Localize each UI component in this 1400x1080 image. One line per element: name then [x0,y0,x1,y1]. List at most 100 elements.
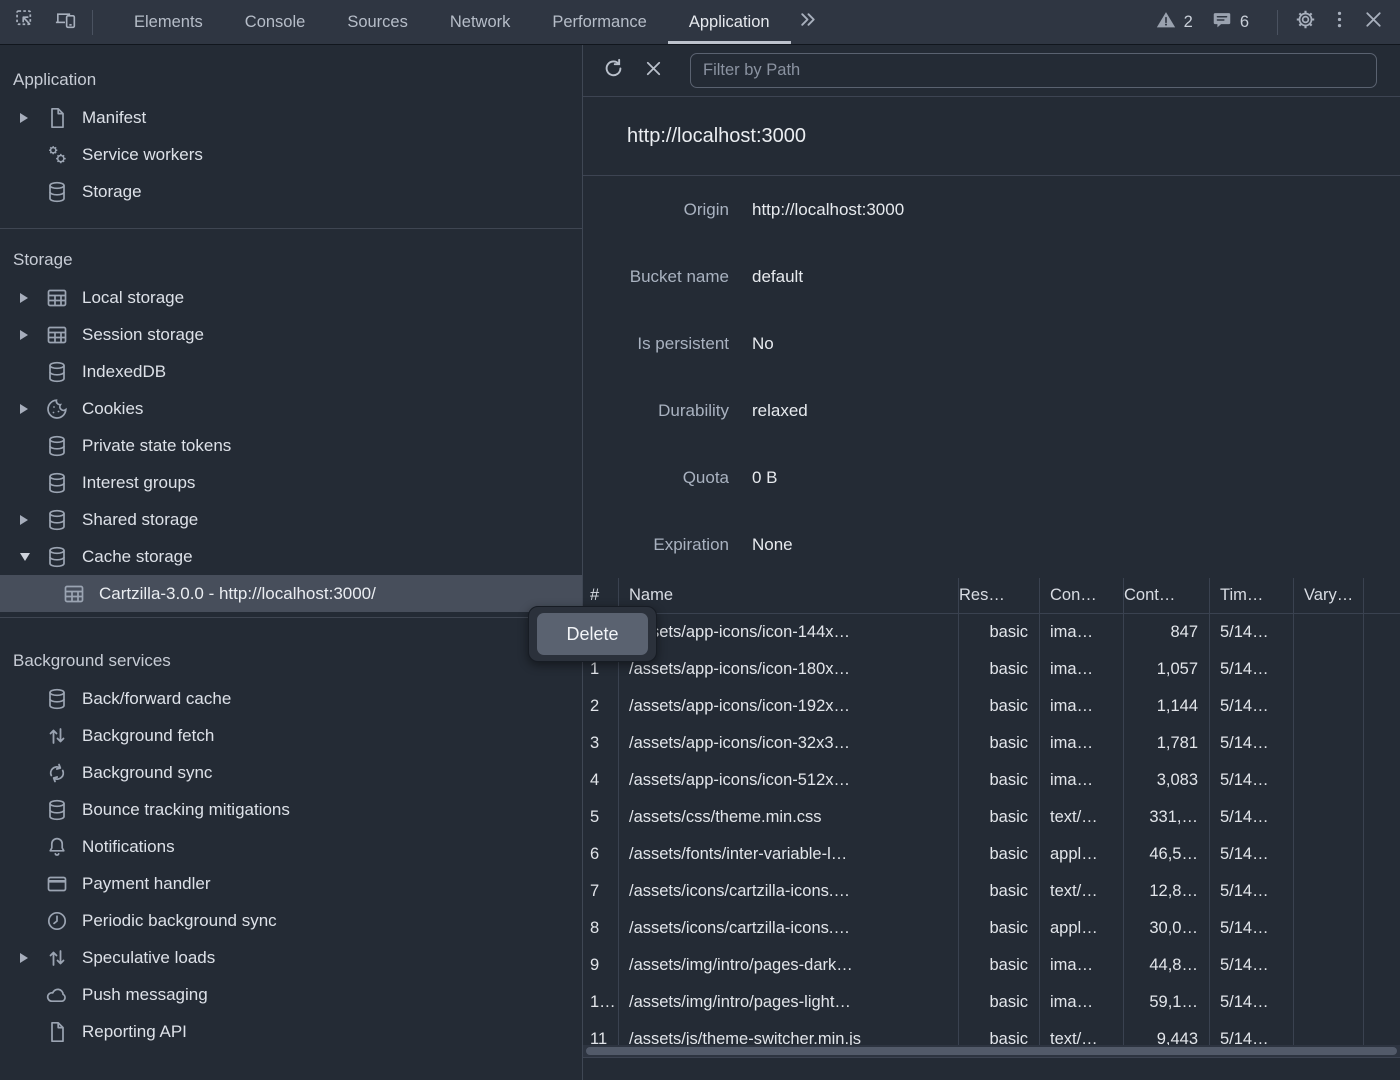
cell-name: /assets/js/theme-switcher.min.js [619,1021,959,1045]
sidebar-item-cache-storage[interactable]: Cache storage [0,538,582,575]
chevron-right-icon[interactable] [20,953,45,963]
chevron-right-icon[interactable] [20,515,45,525]
kebab-menu-button[interactable] [1322,5,1356,39]
table-row[interactable]: 5/assets/css/theme.min.cssbasictext/…331… [583,799,1400,836]
table-row[interactable]: 9/assets/img/intro/pages-dark…basicima…4… [583,947,1400,984]
toolbar-right-icons: 26 [1155,5,1400,39]
sidebar-item-bounce-tracking-mitigations[interactable]: Bounce tracking mitigations [0,791,582,828]
table-row[interactable]: 2/assets/app-icons/icon-192x…basicima…1,… [583,688,1400,725]
table-icon [45,286,69,310]
column-header-cont[interactable]: Cont… [1124,578,1210,613]
cell-index: 11 [583,1021,619,1045]
sidebar-item-notifications[interactable]: Notifications [0,828,582,865]
sidebar-item-indexeddb[interactable]: IndexedDB [0,353,582,390]
sidebar-item-shared-storage[interactable]: Shared storage [0,501,582,538]
tab-console[interactable]: Console [224,0,327,44]
cell-con: ima… [1040,762,1124,799]
chevron-right-icon[interactable] [20,330,45,340]
database-icon [45,434,69,458]
cell-name: /assets/css/theme.min.css [619,799,959,836]
cell-vary [1294,836,1364,873]
cell-con: appl… [1040,910,1124,947]
device-toolbar-button[interactable] [48,5,82,39]
cell-res: basic [959,688,1040,725]
overflow-chevrons-icon [796,8,819,36]
sidebar-item-local-storage[interactable]: Local storage [0,279,582,316]
tab-application[interactable]: Application [668,0,791,44]
cell-index: 6 [583,836,619,873]
horizontal-scrollbar[interactable] [583,1045,1400,1057]
column-header-name[interactable]: Name [619,578,959,613]
sidebar-item-cookies[interactable]: Cookies [0,390,582,427]
column-header-tim[interactable]: Tim… [1210,578,1294,613]
sidebar-item-session-storage[interactable]: Session storage [0,316,582,353]
tab-performance[interactable]: Performance [531,0,667,44]
refresh-button[interactable] [596,54,630,88]
cell-vary [1294,1021,1364,1045]
sidebar-item-back-forward-cache[interactable]: Back/forward cache [0,680,582,717]
metadata-label: Origin [583,200,729,220]
cell-name: /assets/app-icons/icon-512x… [619,762,959,799]
cell-con: ima… [1040,651,1124,688]
tab-network[interactable]: Network [429,0,532,44]
sidebar-item-background-sync[interactable]: Background sync [0,754,582,791]
inspect-button[interactable] [8,5,42,39]
column-header-res[interactable]: Res… [959,578,1040,613]
sidebar-item-label: Speculative loads [82,948,215,968]
table-row[interactable]: 1/assets/app-icons/icon-180x…basicima…1,… [583,651,1400,688]
warning-icon [1155,9,1177,36]
table-row[interactable]: 1…/assets/img/intro/pages-light…basicima… [583,984,1400,1021]
sidebar-item-payment-handler[interactable]: Payment handler [0,865,582,902]
sidebar-item-manifest[interactable]: Manifest [0,99,582,136]
more-tabs-button[interactable] [791,5,825,39]
sidebar-item-service-workers[interactable]: Service workers [0,136,582,173]
column-header-con[interactable]: Con… [1040,578,1124,613]
cell-vary [1294,947,1364,984]
scrollbar-thumb[interactable] [586,1047,1397,1055]
table-row[interactable]: 11/assets/js/theme-switcher.min.jsbasict… [583,1021,1400,1045]
sidebar-item-private-state-tokens[interactable]: Private state tokens [0,427,582,464]
clear-button[interactable] [636,54,670,88]
refresh-icon [602,57,625,85]
cell-name: /assets/app-icons/icon-32x3… [619,725,959,762]
chevron-right-icon[interactable] [20,293,45,303]
close-button[interactable] [1356,5,1390,39]
filter-input[interactable] [690,53,1377,88]
sidebar-item-push-messaging[interactable]: Push messaging [0,976,582,1013]
cell-index: 5 [583,799,619,836]
console-messages-badge[interactable]: 6 [1211,9,1249,36]
context-menu-delete[interactable]: Delete [537,613,648,655]
cell-con: ima… [1040,984,1124,1021]
column-header-vary[interactable]: Vary… [1294,578,1364,613]
cell-tim: 5/14… [1210,651,1294,688]
table-row[interactable]: 7/assets/icons/cartzilla-icons.…basictex… [583,873,1400,910]
chevron-right-icon[interactable] [20,404,45,414]
metadata-value: None [752,535,793,555]
console-warnings-badge[interactable]: 2 [1155,9,1193,36]
tab-elements[interactable]: Elements [113,0,224,44]
sidebar-item-background-fetch[interactable]: Background fetch [0,717,582,754]
cloud-icon [45,983,69,1007]
table-icon [62,582,86,606]
sidebar-item-cartzilla-3-0-0-http-localhost-3000[interactable]: Cartzilla-3.0.0 - http://localhost:3000/ [0,575,582,612]
chevron-down-icon[interactable] [20,553,45,561]
sidebar-item-speculative-loads[interactable]: Speculative loads [0,939,582,976]
chevron-right-icon[interactable] [20,113,45,123]
settings-gear-button[interactable] [1288,5,1322,39]
sidebar-item-reporting-api[interactable]: Reporting API [0,1013,582,1050]
tab-sources[interactable]: Sources [326,0,429,44]
sidebar-item-periodic-background-sync[interactable]: Periodic background sync [0,902,582,939]
cell-res: basic [959,984,1040,1021]
table-row[interactable]: 6/assets/fonts/inter-variable-l…basicapp… [583,836,1400,873]
table-row[interactable]: 4/assets/app-icons/icon-512x…basicima…3,… [583,762,1400,799]
device-toolbar-icon [54,8,77,36]
metadata-row-quota: Quota0 B [583,444,1400,511]
sidebar-item-storage[interactable]: Storage [0,173,582,210]
sidebar-item-interest-groups[interactable]: Interest groups [0,464,582,501]
database-icon [45,545,69,569]
message-icon [1211,9,1233,36]
table-row[interactable]: 0/assets/app-icons/icon-144x…basicima…84… [583,614,1400,651]
table-row[interactable]: 3/assets/app-icons/icon-32x3…basicima…1,… [583,725,1400,762]
table-row[interactable]: 8/assets/icons/cartzilla-icons.…basicapp… [583,910,1400,947]
cell-con: text/… [1040,799,1124,836]
